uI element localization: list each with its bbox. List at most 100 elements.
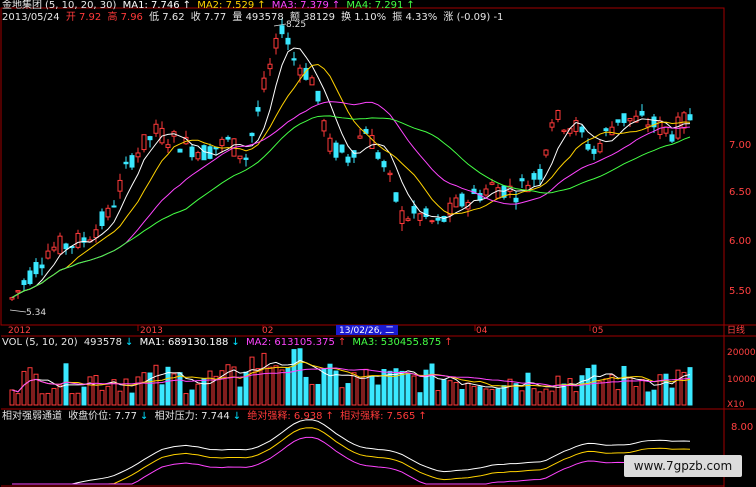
candle [291,58,297,61]
candle [417,213,423,221]
volume-bar [513,383,519,406]
quote-close: 收 7.77 [190,12,227,23]
price-axis-label: 6.00 [729,236,751,247]
candle [321,120,327,132]
candle [99,211,105,226]
rs-relative: 相对强释: 7.565 [340,411,416,422]
quote-date: 2013/05/24 [2,12,60,23]
stock-header: 金地集团 (5, 10, 20, 30) MA1: 7.746 ↑ MA2: 7.5… [2,0,415,11]
candle [387,172,393,176]
date-label: 2012 [8,326,31,336]
volume-bar [357,376,363,406]
volume-bar [315,383,321,406]
volume-bar [459,389,465,406]
rs-header: 相对强弱通道 收盘价位: 7.77 ↓ 相对压力: 7.744 ↓ 绝对强释: 6.… [2,411,427,422]
price-axis-label: 6.50 [729,187,751,198]
low-label: 5.34 [26,308,46,318]
quote-volume: 量 493578 [232,12,284,23]
volume-bar [399,370,405,406]
volume-bar [477,386,483,406]
volume-bar [447,380,453,406]
candle [261,77,267,90]
volume-bar [441,379,447,406]
ma-params: (5, 10, 20, 30) [45,0,117,11]
candle [687,114,693,121]
rs-pressure: 相对压力: 7.744 [154,411,230,422]
volume-bar [99,389,105,406]
date-label: 04 [476,326,488,336]
volume-bar [687,367,693,406]
candle [267,63,273,70]
volume-bar [507,378,513,406]
volume-bar [471,385,477,406]
volume-bar [489,389,495,406]
candle [375,152,381,159]
volume-bar [525,372,531,406]
candle [537,168,543,180]
volume-bar [531,388,537,406]
candle [513,197,519,203]
volume-bar [567,378,573,406]
volume-bar [123,378,129,406]
volume-bar [177,372,183,406]
volume-bar [189,389,195,406]
volume-bar [249,356,255,406]
volume-bar [291,349,297,406]
vol-axis-label: 200000 [727,348,756,358]
candle [681,112,687,129]
candle [117,179,123,192]
volume-bar [543,388,549,406]
volume-bar [597,381,603,406]
volume-bar [225,364,231,406]
candle [543,149,549,156]
period-label[interactable]: 日线 [727,324,745,336]
volume-bar [63,363,69,406]
volume-bar [375,384,381,406]
quote-header: 2013/05/24 开 7.92 高 7.96 低 7.62 收 7.77 量… [2,12,506,24]
candle [393,192,399,202]
volume-bar [27,367,33,406]
candle [285,37,291,45]
volume-bar [483,388,489,406]
volume-bar [669,387,675,406]
volume-bar [153,364,159,406]
quote-high: 高 7.96 [107,12,143,23]
candle [327,137,333,152]
candle [309,77,315,86]
quote-low: 低 7.62 [149,12,185,23]
rs-line [12,436,691,485]
candle [279,25,285,35]
candle [549,122,555,128]
volume-bar [351,372,357,406]
volume-bar [615,389,621,406]
candle [339,144,345,153]
cursor-date-label: 13/02/26, 二 [339,326,394,336]
quote-change: 涨 (-0.09) -1 [443,12,504,23]
candle [165,144,171,148]
volume-bar [675,369,681,406]
volume-bar [555,375,561,406]
candle [459,193,465,207]
candle [57,235,63,255]
candle [603,128,609,132]
volume-bar [273,365,279,406]
candle [669,134,675,142]
price-axis-label: 7.00 [729,140,751,151]
watermark: www.7gpzb.com [624,455,742,477]
volume-bar [309,383,315,406]
candlestick-series [9,18,693,302]
candle [483,188,489,196]
candle [39,264,45,269]
candle [141,134,147,151]
candle [639,110,645,116]
volume-bar [279,369,285,406]
candle [621,113,627,123]
candle [135,152,141,158]
candle [555,109,561,120]
candle [147,136,153,141]
volume-bars [9,348,693,406]
volume-bar [261,352,267,406]
quote-amount: 额 38129 [289,12,335,23]
candle [381,161,387,168]
volume-bar [183,393,189,406]
